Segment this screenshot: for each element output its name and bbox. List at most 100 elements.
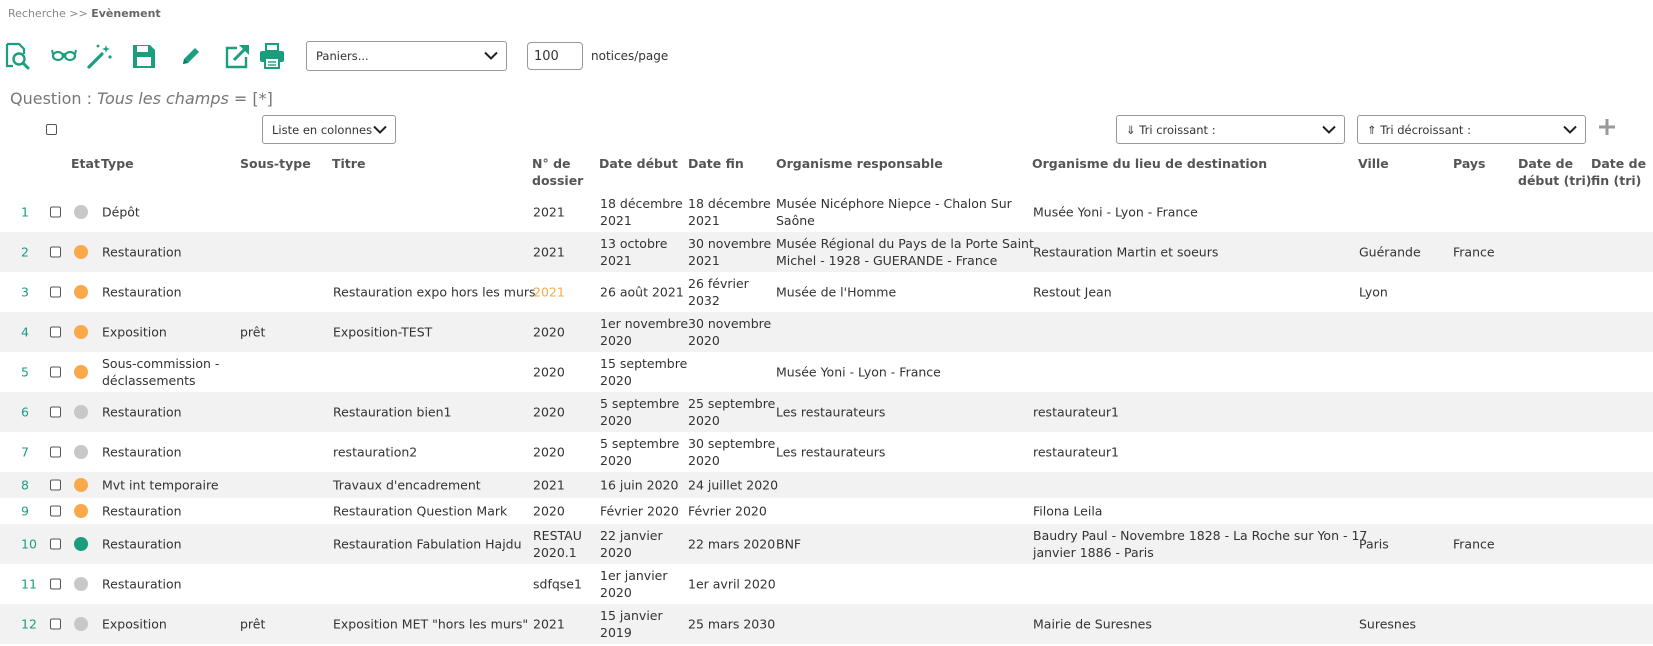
breadcrumb-parent[interactable]: Recherche (8, 7, 66, 20)
col-header-titre[interactable]: Titre (332, 155, 365, 172)
row-number[interactable]: 12 (21, 616, 37, 633)
save-icon[interactable] (131, 42, 157, 72)
row-checkbox[interactable] (50, 326, 61, 338)
preview-search-icon[interactable] (4, 42, 30, 72)
row-checkbox[interactable] (50, 446, 61, 458)
status-dot-icon (74, 537, 88, 551)
cell-titre: Restauration Fabulation Hajdu (333, 536, 522, 552)
table-row[interactable]: 12 Exposition prêt Exposition MET "hors les… (0, 604, 1653, 644)
cell-titre: Restauration Question Mark (333, 503, 508, 519)
print-icon[interactable] (258, 42, 286, 72)
table-row[interactable]: 4 Exposition prêt Exposition-TEST 2020 1er no… (0, 312, 1653, 352)
row-number[interactable]: 2 (21, 244, 29, 261)
table-row[interactable]: 5 Sous-commission - déclassements 2020 15 se… (0, 352, 1653, 392)
row-checkbox[interactable] (50, 286, 61, 298)
table-row[interactable]: 10 Restauration Restauration Fabulation Ha… (0, 524, 1653, 564)
per-page-input[interactable] (527, 42, 583, 70)
row-checkbox[interactable] (50, 479, 61, 491)
col-header-dossier[interactable]: N° de dossier (532, 155, 583, 189)
basket-select[interactable]: Paniers... (306, 41, 507, 71)
view-mode-select[interactable]: Liste en colonnes (262, 115, 396, 144)
cell-pays: France (1453, 536, 1495, 552)
col-header-debut[interactable]: Date début (599, 155, 678, 172)
row-number[interactable]: 10 (21, 536, 37, 553)
row-number[interactable]: 6 (21, 404, 29, 421)
row-number[interactable]: 9 (21, 503, 29, 520)
cell-date-fin: 30 novembre 2020 (688, 316, 772, 348)
row-number[interactable]: 4 (21, 324, 29, 341)
basket-select-label: Paniers... (316, 49, 369, 63)
pencil-icon[interactable] (178, 42, 204, 72)
table-row[interactable]: 6 Restauration Restauration bien1 2020 5 sep… (0, 392, 1653, 432)
cell-soustype: prêt (240, 324, 266, 340)
cell-destination: Filona Leila (1033, 503, 1103, 519)
col-header-soustype[interactable]: Sous-type (240, 155, 311, 172)
cell-dossier: 2021 (533, 204, 565, 220)
chevron-down-icon (484, 51, 498, 60)
table-row[interactable]: 3 Restauration Restauration expo hors les … (0, 272, 1653, 312)
select-all-checkbox[interactable] (46, 124, 57, 135)
col-header-dest[interactable]: Organisme du lieu de destination (1032, 155, 1267, 172)
cell-date-debut: 1er janvier 2020 (600, 568, 668, 600)
cell-destination: Restout Jean (1033, 284, 1112, 300)
row-number[interactable]: 11 (21, 576, 37, 593)
table-row[interactable]: 7 Restauration restauration2 2020 5 septembr… (0, 432, 1653, 472)
row-number[interactable]: 5 (21, 364, 29, 381)
row-checkbox[interactable] (50, 505, 61, 517)
row-number[interactable]: 7 (21, 444, 29, 461)
col-header-pays[interactable]: Pays (1453, 155, 1485, 172)
row-checkbox[interactable] (50, 206, 61, 218)
cell-destination: Restauration Martin et soeurs (1033, 244, 1219, 260)
sort-desc-label: ⇑ Tri décroissant : (1367, 122, 1471, 137)
row-number[interactable]: 1 (21, 204, 29, 221)
cell-dossier: 2020 (533, 444, 565, 460)
col-header-etat[interactable]: Etat (71, 155, 100, 172)
status-dot-icon (74, 365, 88, 379)
cell-dossier: 2021 (533, 477, 565, 493)
glasses-icon[interactable] (51, 42, 77, 72)
table-row[interactable]: 9 Restauration Restauration Question Mark 2… (0, 498, 1653, 524)
row-checkbox[interactable] (50, 246, 61, 258)
cell-date-debut: 1er novembre 2020 (600, 316, 689, 348)
status-dot-icon (74, 325, 88, 339)
cell-type: Mvt int temporaire (102, 477, 219, 493)
cell-titre: Restauration bien1 (333, 404, 452, 420)
view-mode-label: Liste en colonnes (272, 122, 373, 137)
sort-asc-select[interactable]: ⇓ Tri croissant : (1116, 115, 1345, 144)
cell-ville: Guérande (1359, 244, 1421, 260)
cell-dossier: 2020 (533, 324, 565, 340)
table-row[interactable]: 1 Dépôt 2021 18 décembre 2021 18 décembre 2021… (0, 192, 1653, 232)
col-header-debut-tri[interactable]: Date de début (tri) (1518, 155, 1591, 189)
row-checkbox[interactable] (50, 578, 61, 590)
row-checkbox[interactable] (50, 406, 61, 418)
add-sort-icon[interactable] (1598, 118, 1616, 136)
row-checkbox[interactable] (50, 618, 61, 630)
cell-ville: Lyon (1359, 284, 1388, 300)
cell-destination: Musée Yoni - Lyon - France (1033, 204, 1198, 220)
sort-desc-select[interactable]: ⇑ Tri décroissant : (1357, 115, 1586, 144)
magic-wand-icon[interactable] (86, 42, 112, 72)
cell-date-debut: 26 août 2021 (600, 284, 684, 300)
cell-date-fin: 30 septembre 2020 (688, 436, 776, 468)
row-checkbox[interactable] (50, 538, 61, 550)
export-icon[interactable] (224, 42, 252, 72)
col-header-fin[interactable]: Date fin (688, 155, 744, 172)
row-number[interactable]: 3 (21, 284, 29, 301)
cell-destination: Mairie de Suresnes (1033, 616, 1152, 632)
col-header-ville[interactable]: Ville (1358, 155, 1389, 172)
cell-type: Restauration (102, 536, 182, 552)
cell-type: Dépôt (102, 204, 140, 220)
cell-date-debut: 5 septembre 2020 (600, 396, 680, 428)
table-row[interactable]: 11 Restauration sdfqse1 1er janvier 2020 1er … (0, 564, 1653, 604)
col-header-fin-tri[interactable]: Date de fin (tri) (1591, 155, 1646, 189)
cell-date-fin: 25 mars 2030 (688, 616, 776, 632)
cell-date-fin: 26 février 2032 (688, 276, 749, 308)
row-number[interactable]: 8 (21, 477, 29, 494)
breadcrumb-separator: >> (69, 7, 88, 20)
status-dot-icon (74, 478, 88, 492)
row-checkbox[interactable] (50, 366, 61, 378)
col-header-org[interactable]: Organisme responsable (776, 155, 943, 172)
table-row[interactable]: 8 Mvt int temporaire Travaux d'encadrement… (0, 472, 1653, 498)
col-header-type[interactable]: Type (101, 155, 134, 172)
table-row[interactable]: 2 Restauration 2021 13 octobre 2021 30 novemb… (0, 232, 1653, 272)
